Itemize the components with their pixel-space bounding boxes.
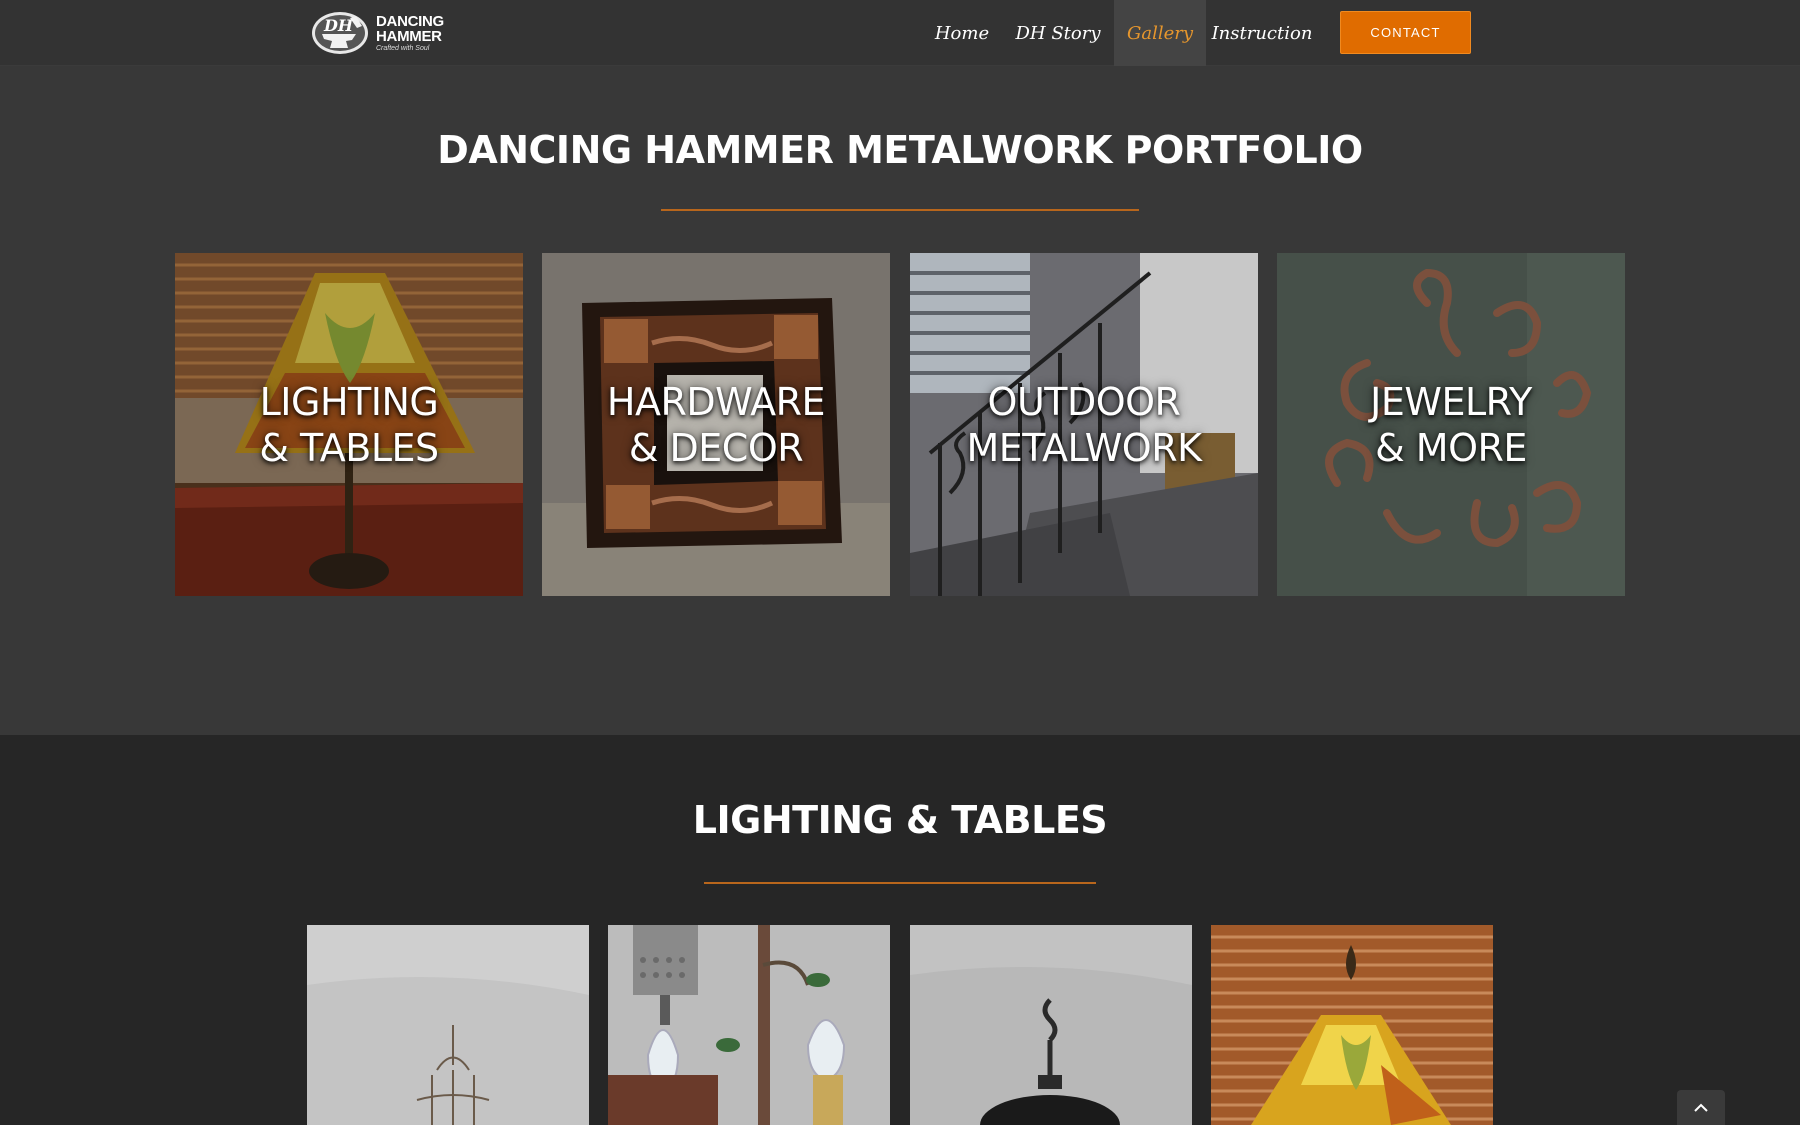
logo-text: DANCING HAMMER Crafted with Soul: [376, 14, 444, 52]
tile-hardware-label: HARDWARE & DECOR: [542, 253, 890, 596]
tile-lighting-line-1: LIGHTING: [259, 379, 439, 424]
nav-instruction[interactable]: Instruction: [1206, 0, 1318, 66]
logo-line-2: HAMMER: [376, 28, 442, 45]
lighting-photo-1[interactable]: [307, 925, 589, 1125]
anvil-logo-icon: DH: [310, 10, 376, 56]
portfolio-section: DANCING HAMMER METALWORK PORTFOLIO LIGHT…: [0, 66, 1800, 735]
main-nav: Home DH Story Gallery Instruction: [922, 0, 1318, 66]
portfolio-title-divider: [661, 209, 1139, 211]
stained-glass-lamp-photo: [1211, 925, 1493, 1125]
nav-gallery-active[interactable]: Gallery: [1114, 0, 1206, 66]
category-tile-lighting[interactable]: LIGHTING & TABLES: [175, 253, 523, 596]
tile-outdoor-line-1: OUTDOOR: [987, 379, 1181, 424]
logo[interactable]: DH DANCING HAMMER Crafted with Soul: [310, 8, 450, 58]
nav-home[interactable]: Home: [922, 0, 1002, 66]
tile-lighting-label: LIGHTING & TABLES: [175, 253, 523, 596]
category-tile-outdoor[interactable]: OUTDOOR METALWORK: [910, 253, 1258, 596]
tile-lighting-line-2: & TABLES: [259, 425, 439, 470]
contact-button[interactable]: CONTACT: [1340, 11, 1471, 54]
back-to-top-button[interactable]: [1677, 1090, 1725, 1125]
tile-jewelry-label: JEWELRY & MORE: [1277, 253, 1625, 596]
tile-outdoor-label: OUTDOOR METALWORK: [910, 253, 1258, 596]
lighting-photo-2[interactable]: [608, 925, 890, 1125]
pendant-photo: [910, 925, 1192, 1125]
lighting-photo-4[interactable]: [1211, 925, 1493, 1125]
svg-text:DH: DH: [323, 16, 354, 35]
category-tile-jewelry[interactable]: JEWELRY & MORE: [1277, 253, 1625, 596]
bulb-lamp-photo: [608, 925, 890, 1125]
chevron-up-icon: [1694, 1103, 1708, 1112]
logo-tagline: Crafted with Soul: [376, 45, 430, 52]
tile-jewelry-line-1: JEWELRY: [1370, 379, 1532, 424]
tile-jewelry-line-2: & MORE: [1375, 425, 1527, 470]
category-tile-hardware[interactable]: HARDWARE & DECOR: [542, 253, 890, 596]
logo-line-1: DANCING: [376, 13, 444, 30]
portfolio-title: DANCING HAMMER METALWORK PORTFOLIO: [437, 128, 1363, 172]
lighting-title: LIGHTING & TABLES: [692, 798, 1108, 842]
lighting-photo-3[interactable]: [910, 925, 1192, 1125]
lighting-title-divider: [704, 882, 1096, 884]
nav-dh-story[interactable]: DH Story: [1002, 0, 1114, 66]
tile-hardware-line-2: & DECOR: [628, 425, 804, 470]
tile-outdoor-line-2: METALWORK: [966, 425, 1202, 470]
chandelier-photo: [307, 925, 589, 1125]
site-header: DH DANCING HAMMER Crafted with Soul Home…: [0, 0, 1800, 66]
tile-hardware-line-1: HARDWARE: [606, 379, 826, 424]
lighting-section: LIGHTING & TABLES: [0, 735, 1800, 1125]
